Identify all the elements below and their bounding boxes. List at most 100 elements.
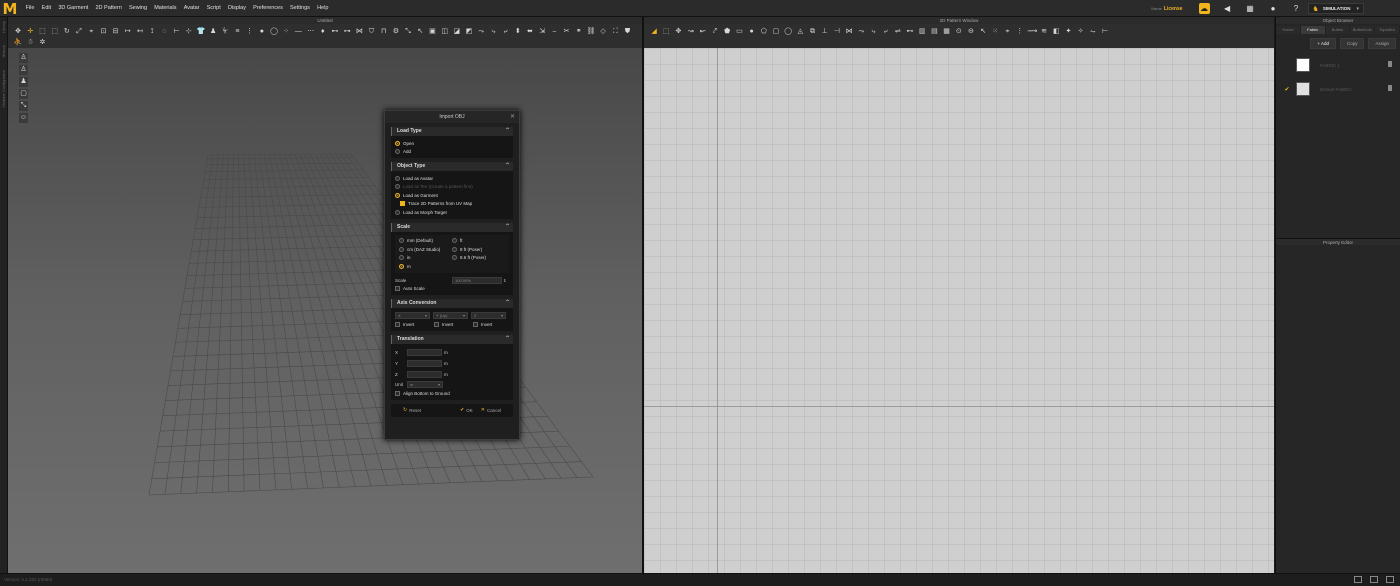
section-header[interactable]: Object Type ⌃ [391, 162, 513, 171]
user-icon[interactable]: ● [1268, 3, 1279, 14]
strengthen-icon[interactable]: ✦ [1064, 27, 1073, 36]
tab-history[interactable]: History [1, 45, 6, 57]
check-sew-icon[interactable]: ⤶ [881, 27, 890, 36]
help-icon[interactable]: ? [1291, 3, 1302, 14]
section-header[interactable]: Translation ⌃ [391, 335, 513, 344]
2d-pattern-window[interactable]: 2D Pattern Window ◢ ⬚ ✥ ↝ ↜ ⤤ ⬟ ▭ ● ⬠ ▢ … [644, 17, 1274, 573]
internal-rect-icon[interactable]: ▢ [771, 27, 780, 36]
menu-3d-garment[interactable]: 3D Garment [55, 0, 92, 17]
radio-in[interactable]: in [399, 254, 452, 263]
internal-circle-icon[interactable]: ◯ [784, 27, 793, 36]
menu-script[interactable]: Script [203, 0, 224, 17]
menu-edit[interactable]: Edit [38, 0, 55, 17]
reset-button[interactable]: ↻ Reset [403, 407, 421, 413]
edit-curve-icon[interactable]: ↜ [698, 27, 707, 36]
add-point-icon[interactable]: ⤤ [711, 27, 720, 36]
select-button-icon[interactable]: ↖ [979, 27, 988, 36]
collapse-icon[interactable]: ⌃ [505, 127, 510, 136]
tab-buttonhole[interactable]: Buttonhole [1350, 26, 1375, 34]
seam-icon[interactable]: ⊣ [832, 27, 841, 36]
menu-preferences[interactable]: Preferences [250, 0, 287, 17]
radio-load-garment[interactable]: Load as Garment [395, 191, 509, 200]
radio-load-avatar[interactable]: Load as Avatar [395, 174, 509, 183]
radio-mm[interactable]: mm (Default) [399, 237, 452, 246]
radio-add[interactable]: Add [395, 148, 509, 157]
tab-topstitch[interactable]: Topstitch [1375, 26, 1399, 34]
license-value[interactable]: License [1164, 6, 1183, 12]
invert-y-checkbox[interactable]: Invert [434, 320, 473, 329]
assign-button[interactable]: Assign [1368, 38, 1396, 49]
graphic-icon[interactable]: ▤ [930, 27, 939, 36]
internal-polygon-icon[interactable]: ⬠ [759, 27, 768, 36]
menu-materials[interactable]: Materials [151, 0, 181, 17]
menu-avatar[interactable]: Avatar [180, 0, 203, 17]
radio-open[interactable]: Open [395, 139, 509, 148]
auto-scale-checkbox[interactable]: Auto Scale [395, 285, 509, 294]
2d-pattern-grid[interactable] [644, 48, 1274, 573]
zipper-2d-icon[interactable]: ⋮ [1015, 27, 1024, 36]
rectangle-icon[interactable]: ▭ [735, 27, 744, 36]
button-2d-icon[interactable]: ⊙ [954, 27, 963, 36]
segment-sew-icon[interactable]: ⤳ [857, 27, 866, 36]
texture-icon[interactable]: ▥ [918, 27, 927, 36]
add-button[interactable]: + Add [1310, 38, 1336, 49]
tab-fabric[interactable]: Fabric [1300, 26, 1325, 34]
radio-cm[interactable]: cm (DAZ Studio) [399, 245, 452, 254]
circle-icon[interactable]: ● [747, 27, 756, 36]
transform-icon[interactable]: ⬚ [662, 27, 671, 36]
collapse-icon[interactable]: ⌃ [505, 223, 510, 232]
collapse-icon[interactable]: ⌃ [505, 162, 510, 171]
section-header[interactable]: Load Type ⌃ [391, 127, 513, 136]
m-n-sew-icon[interactable]: ⇌ [893, 27, 902, 36]
polygon-icon[interactable]: ⬟ [723, 27, 732, 36]
invert-z-checkbox[interactable]: Invert [473, 320, 492, 329]
align-bottom-checkbox[interactable]: Align Bottom to Ground [395, 389, 509, 398]
trash-icon[interactable] [1388, 85, 1392, 91]
translation-y-input[interactable] [407, 360, 442, 367]
axis-x-select[interactable]: X [395, 312, 430, 319]
translation-x-input[interactable] [407, 349, 442, 356]
mode-selector[interactable]: ♞ SIMULATION ▾ [1307, 3, 1364, 14]
pin-2d-icon[interactable]: ⌖ [1003, 27, 1012, 36]
fabric-item[interactable]: ✔ Default FABRIC [1276, 79, 1400, 99]
grid-icon[interactable]: ▦ [1245, 3, 1256, 14]
radio-m[interactable]: m [399, 262, 452, 271]
ok-button[interactable]: ✔ OK [460, 407, 473, 413]
tab-library[interactable]: Library [1, 21, 6, 33]
layout-split-icon[interactable] [1370, 576, 1378, 583]
radio-load-morph[interactable]: Load as Morph Target [395, 208, 509, 217]
translation-z-input[interactable] [407, 371, 442, 378]
3d-garment-window[interactable]: Untitled ✥ ✛ ⬚ ⬚ ↻ ⤢ ⌖ ⊡ ⊟ ↦ ↤ ⟟ ◌ ⊢ ⊹ 👕… [8, 17, 642, 573]
layout-2d-icon[interactable] [1386, 576, 1394, 583]
menu-settings[interactable]: Settings [286, 0, 313, 17]
piping-icon[interactable]: ⟿ [1027, 27, 1037, 36]
radio-8ft[interactable]: 8 ft (Poser) [452, 245, 505, 254]
tab-modular[interactable]: Modular Configurator [1, 70, 6, 108]
notch-icon[interactable]: ⊥ [820, 27, 829, 36]
copy-button[interactable]: Copy [1339, 38, 1365, 49]
puckering-icon[interactable]: ✧ [1076, 27, 1085, 36]
close-icon[interactable]: ✕ [510, 111, 515, 123]
tab-scene[interactable]: Scene [1276, 26, 1300, 34]
section-header[interactable]: Axis Conversion ⌃ [391, 299, 513, 308]
section-header[interactable]: Scale ⌃ [391, 222, 513, 232]
tack-2d-icon[interactable]: ⊷ [906, 27, 915, 36]
fabric-item[interactable]: FABRIC 1 [1276, 55, 1400, 75]
menu-2d-pattern[interactable]: 2D Pattern [92, 0, 125, 17]
axis-z-select[interactable]: Z [471, 312, 506, 319]
scale-input[interactable]: 100.00% [452, 276, 502, 284]
tab-button[interactable]: Button [1325, 26, 1350, 34]
app-logo[interactable]: M [2, 1, 18, 17]
trace-uv-checkbox[interactable]: Trace 2D Patterns from UV Map [395, 200, 509, 209]
menu-sewing[interactable]: Sewing [125, 0, 150, 17]
buttonhole-2d-icon[interactable]: ⊖ [966, 27, 975, 36]
axis-y-select[interactable]: Y (Up) [433, 312, 468, 319]
edit-point-icon[interactable]: ✥ [674, 27, 683, 36]
curve-point-icon[interactable]: ↝ [686, 27, 695, 36]
layout-3d-icon[interactable] [1354, 576, 1362, 583]
menu-display[interactable]: Display [224, 0, 249, 17]
dart-icon[interactable]: ◬ [796, 27, 805, 36]
cancel-button[interactable]: ✕ Cancel [481, 407, 501, 413]
menu-file[interactable]: File [22, 0, 38, 17]
measure-2d-icon[interactable]: ⊢ [1101, 27, 1110, 36]
